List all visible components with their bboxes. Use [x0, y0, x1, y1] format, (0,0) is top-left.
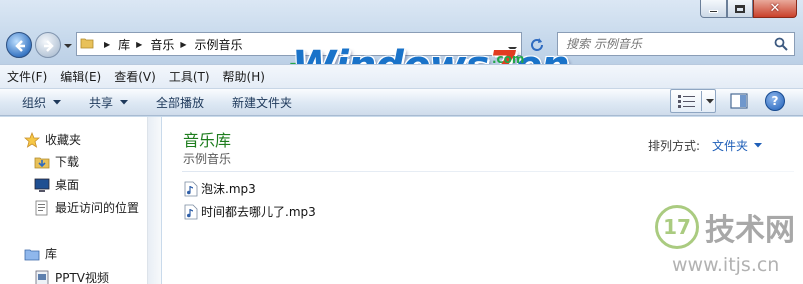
share-button[interactable]: 共享: [89, 94, 129, 111]
help-icon: ?: [771, 94, 779, 108]
video-library-icon: [34, 270, 50, 284]
search-input[interactable]: [558, 33, 758, 55]
menu-edit[interactable]: 编辑(E): [60, 68, 101, 85]
minimize-button[interactable]: [700, 0, 727, 18]
library-title: 音乐库: [183, 131, 232, 150]
nav-recent-places[interactable]: 最近访问的位置: [34, 199, 139, 216]
nav-libraries[interactable]: 库: [24, 245, 57, 262]
file-item[interactable]: 时间都去哪儿了.mp3: [184, 203, 316, 220]
minimize-icon: [709, 10, 718, 13]
chevron-down-icon: [120, 99, 129, 104]
preview-pane-button[interactable]: [728, 92, 750, 110]
address-bar[interactable]: ▶ 库 ▶ 音乐 ▶ 示例音乐: [76, 32, 522, 56]
forward-button[interactable]: [35, 32, 61, 58]
maximize-button[interactable]: [727, 0, 753, 18]
library-icon: [24, 246, 40, 262]
divider: [182, 171, 794, 172]
menu-view[interactable]: 查看(V): [114, 68, 156, 85]
nav-favorites[interactable]: 收藏夹: [24, 131, 81, 148]
library-subtitle: 示例音乐: [183, 152, 232, 166]
change-view-button[interactable]: [670, 89, 716, 113]
refresh-icon: [531, 38, 543, 51]
play-all-button[interactable]: 全部播放: [156, 94, 204, 111]
nav-scrollbar[interactable]: [147, 117, 161, 284]
folder-icon: [80, 36, 94, 53]
menu-bar: 文件(F) 编辑(E) 查看(V) 工具(T) 帮助(H): [0, 64, 803, 88]
audio-file-icon: [184, 181, 198, 197]
chevron-right-icon: ▶: [136, 39, 143, 49]
recent-pages-button[interactable]: [63, 40, 73, 50]
arrow-right-icon: [44, 40, 54, 52]
breadcrumb-root[interactable]: ▶: [98, 40, 118, 49]
desktop-icon: [34, 177, 50, 193]
menu-help[interactable]: 帮助(H): [223, 68, 265, 85]
recent-places-icon: [34, 200, 50, 216]
chevron-down-icon: [706, 98, 714, 103]
nav-downloads[interactable]: 下载: [34, 153, 79, 170]
menu-file[interactable]: 文件(F): [7, 68, 47, 85]
downloads-folder-icon: [34, 154, 50, 170]
chevron-right-icon: ▶: [180, 39, 187, 49]
close-icon: ✕: [769, 1, 781, 16]
close-button[interactable]: ✕: [753, 0, 797, 18]
navigation-pane: 收藏夹 下载 桌面 最近访问的位置 库 PPTV视频: [0, 117, 161, 284]
organize-button[interactable]: 组织: [22, 94, 62, 111]
window-controls: ✕: [700, 0, 797, 18]
refresh-button[interactable]: [524, 32, 550, 56]
breadcrumb-item[interactable]: 库 ▶: [118, 36, 150, 53]
new-folder-button[interactable]: 新建文件夹: [232, 94, 292, 111]
arrow-left-icon: [15, 40, 25, 52]
view-details-icon: [678, 95, 695, 108]
audio-file-icon: [184, 204, 198, 220]
content-pane: 音乐库 示例音乐 排列方式: 文件夹 泡沫.mp3 时间都去哪儿了.mp3: [162, 117, 803, 284]
chevron-down-icon: [754, 143, 763, 148]
file-item[interactable]: 泡沫.mp3: [184, 180, 256, 197]
arrange-by-label: 排列方式:: [648, 139, 701, 153]
nav-desktop[interactable]: 桌面: [34, 176, 79, 193]
chevron-right-icon: ▶: [104, 39, 111, 49]
menu-tools[interactable]: 工具(T): [169, 68, 210, 85]
back-button[interactable]: [6, 32, 32, 58]
search-icon[interactable]: [774, 37, 788, 54]
search-box: [557, 32, 795, 56]
star-icon: [24, 131, 40, 148]
help-button[interactable]: ?: [765, 91, 785, 111]
nav-pptv[interactable]: PPTV视频: [34, 269, 109, 284]
chevron-down-icon: [64, 44, 72, 48]
breadcrumb-item[interactable]: 示例音乐: [195, 36, 243, 53]
arrange-by-dropdown[interactable]: 文件夹: [712, 137, 763, 154]
breadcrumb-item[interactable]: 音乐 ▶: [150, 36, 194, 53]
maximize-icon: [735, 4, 745, 13]
chevron-down-icon: [53, 99, 62, 104]
preview-pane-icon: [730, 93, 748, 109]
address-dropdown-icon[interactable]: [508, 42, 517, 56]
